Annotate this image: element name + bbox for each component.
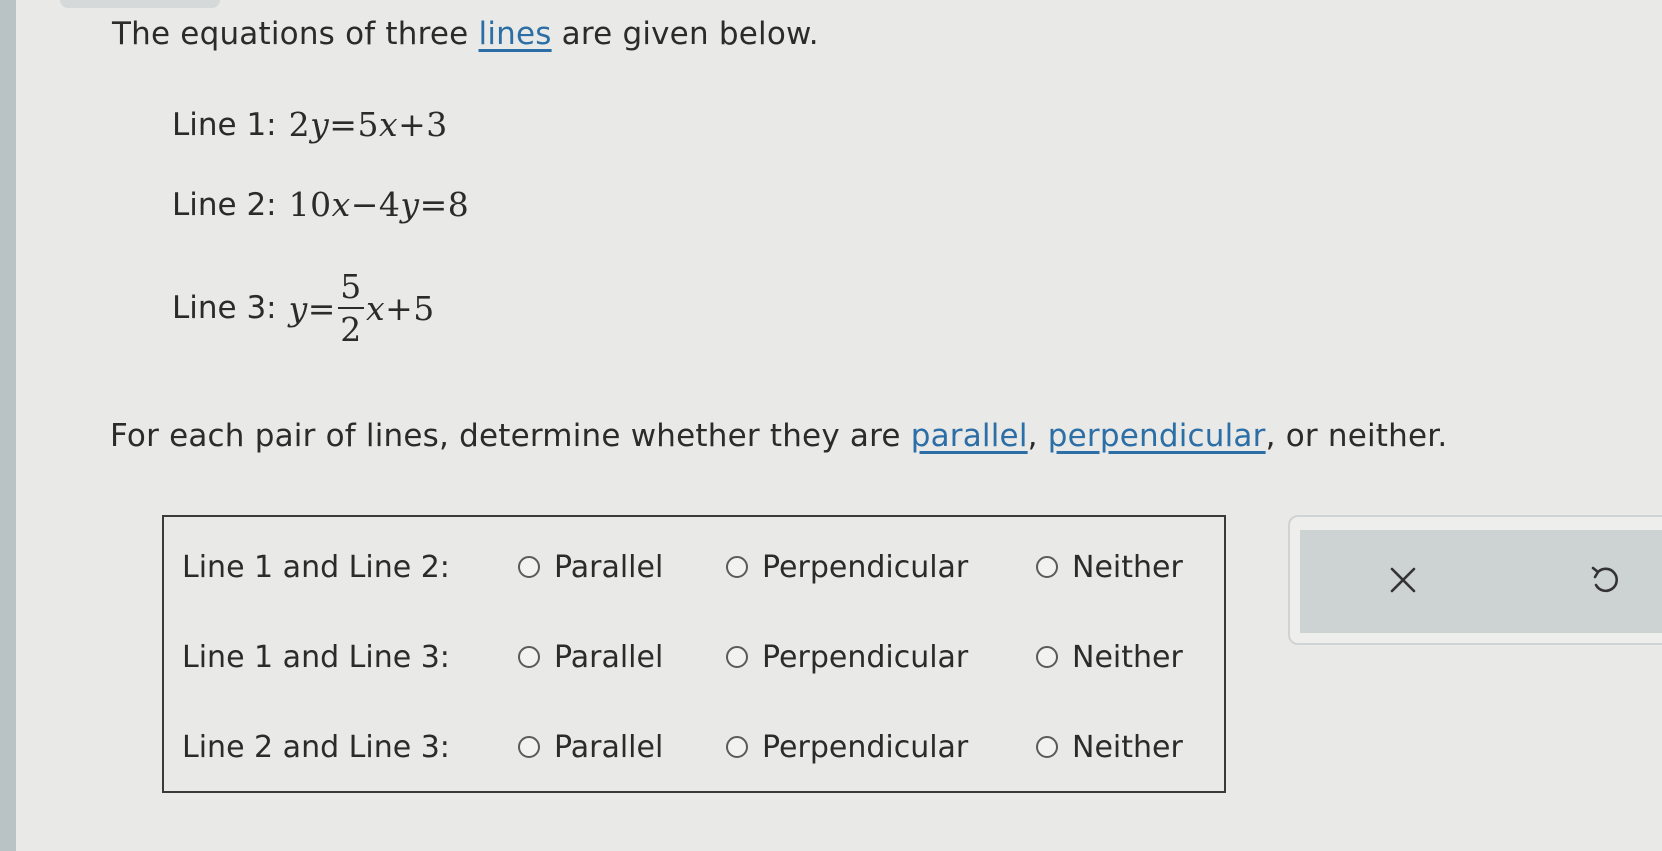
radio-button[interactable] [518, 556, 540, 578]
radio-button[interactable] [518, 646, 540, 668]
equation-lhs: 10x−4y [288, 185, 420, 224]
clear-button[interactable] [1378, 555, 1428, 605]
equation-math: y = 5 2 x+5 [288, 267, 435, 349]
perpendicular-link[interactable]: perpendicular [1048, 418, 1266, 454]
radio-button[interactable] [726, 556, 748, 578]
equation-label: Line 2: [172, 186, 277, 223]
intro-text-after: are given below. [551, 16, 819, 52]
undo-icon [1591, 566, 1618, 593]
neither-option[interactable]: Neither [1036, 730, 1183, 765]
parallel-option[interactable]: Parallel [518, 640, 726, 675]
option-label: Perpendicular [762, 729, 969, 765]
equation-math: 10x−4y = 8 [288, 185, 470, 224]
option-label: Parallel [554, 729, 664, 765]
radio-button[interactable] [1036, 646, 1058, 668]
pair-label: Line 2 and Line 3: [182, 729, 450, 765]
fraction: 5 2 [337, 267, 364, 349]
pair-row-2-3: Line 2 and Line 3: Parallel Perpendicula… [182, 727, 1183, 767]
neither-option[interactable]: Neither [1036, 640, 1183, 675]
parallel-option[interactable]: Parallel [518, 550, 726, 585]
equation-lhs: y [288, 288, 308, 328]
equation-line-2: Line 2: 10x−4y = 8 [172, 185, 469, 224]
radio-button[interactable] [726, 736, 748, 758]
option-label: Neither [1072, 639, 1183, 675]
equation-rhs: x+5 [365, 288, 435, 328]
option-label: Parallel [554, 639, 664, 675]
equation-rhs: 8 [447, 185, 470, 224]
equation-math: 2y = 5x+3 [288, 105, 448, 144]
option-label: Perpendicular [762, 549, 969, 585]
neither-option[interactable]: Neither [1036, 550, 1183, 585]
fraction-denominator: 2 [340, 310, 362, 349]
answer-table: Line 1 and Line 2: Parallel Perpendicula… [162, 515, 1226, 793]
option-label: Parallel [554, 549, 664, 585]
instruction-before: For each pair of lines, determine whethe… [110, 418, 911, 454]
instruction-sep: , [1027, 418, 1048, 454]
intro-text-before: The equations of three [112, 16, 479, 52]
instruction-text: For each pair of lines, determine whethe… [110, 418, 1447, 454]
parallel-option[interactable]: Parallel [518, 730, 726, 765]
question-content: The equations of three lines are given b… [0, 0, 1662, 851]
perpendicular-option[interactable]: Perpendicular [726, 640, 1036, 675]
undo-button[interactable] [1580, 555, 1630, 605]
option-label: Perpendicular [762, 639, 969, 675]
radio-button[interactable] [1036, 556, 1058, 578]
lines-link[interactable]: lines [479, 16, 552, 52]
radio-button[interactable] [518, 736, 540, 758]
equation-label: Line 1: [172, 106, 277, 143]
parallel-link[interactable]: parallel [911, 418, 1028, 454]
radio-button[interactable] [1036, 736, 1058, 758]
question-intro: The equations of three lines are given b… [112, 16, 819, 52]
instruction-after: , or neither. [1265, 418, 1448, 454]
option-label: Neither [1072, 729, 1183, 765]
close-icon [1390, 567, 1416, 593]
option-label: Neither [1072, 549, 1183, 585]
equation-rhs: 5x+3 [357, 105, 448, 144]
pair-label: Line 1 and Line 3: [182, 639, 450, 675]
equation-line-3: Line 3: y = 5 2 x+5 [172, 270, 435, 346]
equation-label: Line 3: [172, 290, 277, 326]
fraction-numerator: 5 [340, 267, 362, 306]
perpendicular-option[interactable]: Perpendicular [726, 550, 1036, 585]
equation-line-1: Line 1: 2y = 5x+3 [172, 105, 448, 144]
perpendicular-option[interactable]: Perpendicular [726, 730, 1036, 765]
radio-button[interactable] [726, 646, 748, 668]
pair-label: Line 1 and Line 2: [182, 549, 450, 585]
pair-row-1-3: Line 1 and Line 3: Parallel Perpendicula… [182, 637, 1183, 677]
pair-row-1-2: Line 1 and Line 2: Parallel Perpendicula… [182, 547, 1183, 587]
equation-lhs: 2y [288, 105, 330, 144]
